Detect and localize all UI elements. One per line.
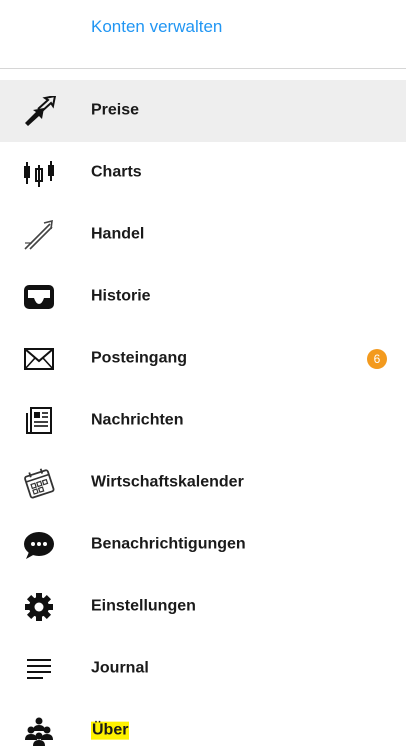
menu-item-label: Posteingang — [91, 349, 188, 367]
menu-item-label: Historie — [91, 287, 151, 305]
quotes-arrows-icon — [22, 94, 56, 128]
candlestick-icon — [22, 156, 56, 190]
calendar-icon — [22, 466, 56, 500]
gear-icon — [22, 590, 56, 624]
menu-item-wirtschaftskalender[interactable]: Wirtschaftskalender — [0, 452, 406, 514]
menu-item-label: Journal — [91, 659, 149, 677]
chat-bubble-icon — [22, 528, 56, 562]
newspaper-icon — [22, 404, 56, 438]
menu-item-label: Handel — [91, 225, 145, 243]
menu-item-label: Preise — [91, 101, 140, 119]
manage-accounts-link[interactable]: Konten verwalten — [91, 17, 222, 37]
trade-icon — [22, 218, 56, 252]
menu-item-posteingang[interactable]: Posteingang 6 — [0, 328, 406, 390]
divider — [0, 68, 406, 69]
history-tray-icon — [22, 280, 56, 314]
community-icon — [22, 714, 56, 748]
menu-item-nachrichten[interactable]: Nachrichten — [0, 390, 406, 452]
menu-item-label: Wirtschaftskalender — [91, 473, 244, 491]
menu-item-handel[interactable]: Handel — [0, 204, 406, 266]
menu-item-label: Charts — [91, 163, 142, 181]
navigation-drawer: Konten verwalten Preise Charts Handel Hi… — [0, 0, 406, 752]
menu-item-journal[interactable]: Journal — [0, 638, 406, 700]
menu-item-charts[interactable]: Charts — [0, 142, 406, 204]
menu-list: Preise Charts Handel Historie Posteingan… — [0, 80, 406, 752]
envelope-icon — [22, 342, 56, 376]
menu-item-ueber[interactable]: Über — [0, 700, 406, 752]
journal-lines-icon — [22, 652, 56, 686]
menu-item-label: Nachrichten — [91, 411, 184, 429]
menu-item-preise[interactable]: Preise — [0, 80, 406, 142]
menu-item-label: Über — [91, 721, 130, 740]
menu-item-label: Einstellungen — [91, 597, 196, 615]
menu-item-historie[interactable]: Historie — [0, 266, 406, 328]
menu-item-label: Benachrichtigungen — [91, 535, 246, 553]
unread-count-badge: 6 — [367, 349, 387, 369]
menu-item-benachrichtigungen[interactable]: Benachrichtigungen — [0, 514, 406, 576]
menu-item-einstellungen[interactable]: Einstellungen — [0, 576, 406, 638]
